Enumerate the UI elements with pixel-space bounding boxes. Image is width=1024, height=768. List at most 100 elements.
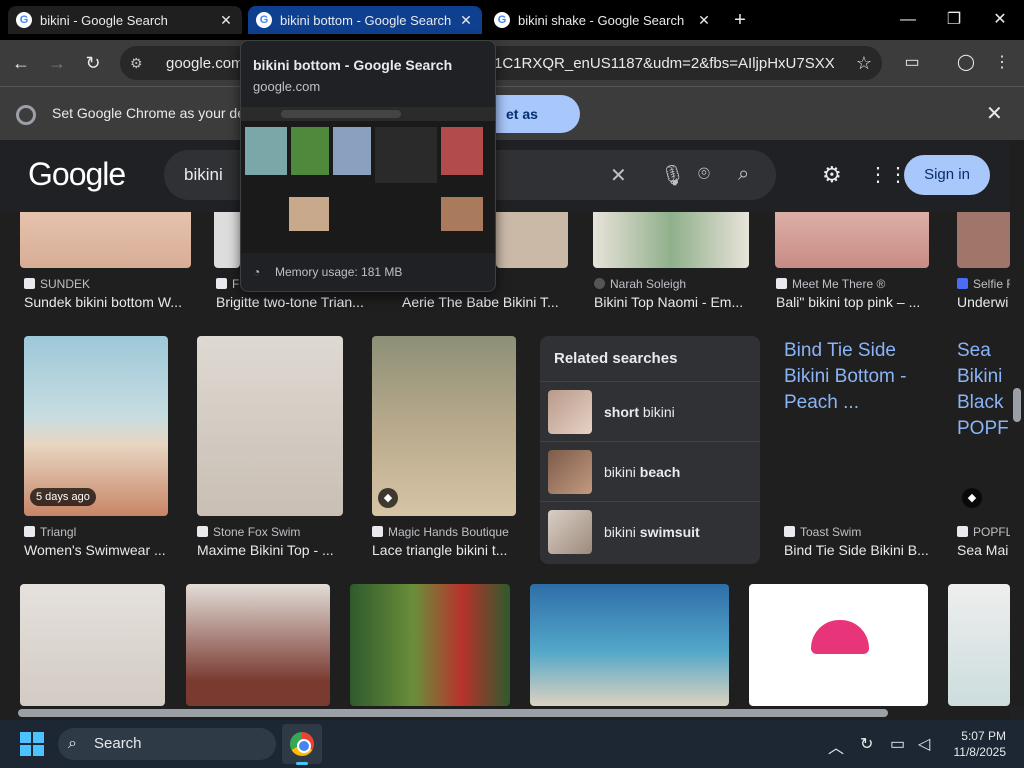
- page-content: Google bikini ✕ 🎙 ⌾ ⌕ ⚙ ⋮⋮ Sign in SUNDE…: [0, 140, 1010, 706]
- search-icon: ⌕: [68, 735, 77, 752]
- close-tab-icon[interactable]: ✕: [458, 12, 474, 29]
- result-source: POPFL: [957, 525, 1010, 539]
- image-result[interactable]: [948, 584, 1010, 706]
- menu-icon[interactable]: ⋮: [990, 52, 1014, 76]
- chevron-up-icon[interactable]: ︿: [828, 734, 844, 758]
- image-result[interactable]: [530, 584, 729, 706]
- reload-button[interactable]: ↻: [80, 50, 106, 76]
- scroll-thumb[interactable]: [1013, 388, 1021, 422]
- tab-preview-thumbnail: [241, 107, 495, 253]
- google-favicon: G: [256, 12, 272, 28]
- bookmark-star-icon[interactable]: ☆: [856, 53, 872, 74]
- mic-icon[interactable]: 🎙: [660, 163, 685, 188]
- result-source: F: [216, 277, 240, 291]
- hover-card-title: bikini bottom - Google Search: [253, 57, 453, 73]
- tab-title: bikini bottom - Google Search: [280, 12, 452, 28]
- related-item-bikini-swimsuit[interactable]: bikini swimsuit: [540, 502, 760, 562]
- related-label: bikini swimsuit: [604, 524, 700, 540]
- result-caption[interactable]: Bikini Top Naomi - Em...: [594, 294, 758, 310]
- broken-image-alt[interactable]: Sea Bikini Black POPF: [957, 338, 1010, 442]
- result-caption[interactable]: Bali" bikini top pink – ...: [776, 294, 940, 310]
- result-caption[interactable]: Brigitte two-tone Trian...: [216, 294, 388, 310]
- tab-title: bikini shake - Google Search: [518, 12, 685, 28]
- address-bar[interactable]: ⚙ google.com/s 1C1RXQR_enUS1187&udm=2&fb…: [120, 46, 882, 80]
- related-label: short bikini: [604, 403, 675, 420]
- hover-card-domain: google.com: [253, 79, 321, 94]
- result-source: Stone Fox Swim: [197, 525, 357, 539]
- volume-icon[interactable]: ◁: [918, 734, 930, 754]
- related-item-short-bikini[interactable]: short bikini: [540, 382, 760, 442]
- related-label: bikini beach: [604, 463, 681, 480]
- pink-bikini-shape: [811, 620, 869, 654]
- related-item-bikini-beach[interactable]: bikini beach: [540, 442, 760, 502]
- result-caption[interactable]: Sundek bikini bottom W...: [24, 294, 194, 310]
- image-result[interactable]: [197, 336, 343, 516]
- tab-bikini-bottom[interactable]: G bikini bottom - Google Search ✕: [248, 6, 482, 34]
- network-icon[interactable]: ▭: [890, 734, 905, 754]
- result-source: Meet Me There ®: [776, 277, 936, 291]
- taskbar-search[interactable]: ⌕ Search: [58, 728, 276, 760]
- result-caption[interactable]: Women's Swimwear ...: [24, 542, 174, 558]
- cast-icon[interactable]: ▭: [900, 52, 924, 76]
- result-caption[interactable]: Underwi: [957, 294, 1010, 310]
- lens-icon[interactable]: ⌾: [698, 163, 710, 186]
- taskbar-search-label: Search: [94, 735, 142, 752]
- image-result[interactable]: [350, 584, 510, 706]
- browser-toolbar: ← → ↻ ⚙ google.com/s 1C1RXQR_enUS1187&ud…: [0, 40, 1024, 86]
- chrome-icon: [16, 105, 36, 125]
- memory-usage: ◔ Memory usage: 181 MB: [253, 265, 403, 279]
- result-source: Narah Soleigh: [594, 277, 754, 291]
- tab-bikini[interactable]: G bikini - Google Search ✕: [8, 6, 242, 34]
- broken-image-alt[interactable]: Bind Tie Side Bikini Bottom - Peach ...: [784, 338, 934, 416]
- image-result[interactable]: [749, 584, 928, 706]
- system-clock[interactable]: 5:07 PM 11/8/2025: [946, 728, 1007, 760]
- tab-title: bikini - Google Search: [40, 12, 168, 28]
- maximize-button[interactable]: ❐: [934, 6, 974, 34]
- result-caption[interactable]: Maxime Bikini Top - ...: [197, 542, 357, 558]
- related-thumbnail: [548, 510, 592, 554]
- profile-icon[interactable]: ◯: [954, 52, 978, 76]
- vertical-scrollbar[interactable]: [1010, 140, 1024, 706]
- result-source: Toast Swim: [784, 525, 934, 539]
- close-infobar-icon[interactable]: ✕: [986, 101, 1003, 126]
- minimize-button[interactable]: —: [888, 6, 928, 34]
- forward-button[interactable]: →: [44, 50, 70, 76]
- scroll-thumb[interactable]: [18, 709, 888, 717]
- back-button[interactable]: ←: [8, 50, 34, 76]
- clear-icon[interactable]: ✕: [610, 163, 627, 188]
- result-caption[interactable]: Sea Mai: [957, 542, 1010, 558]
- gauge-icon: ◔: [253, 265, 261, 279]
- result-source: Magic Hands Boutique: [372, 525, 532, 539]
- result-source: Triangl: [24, 525, 174, 539]
- google-logo[interactable]: Google: [28, 156, 126, 193]
- result-source: Selfie F: [957, 277, 1010, 291]
- related-thumbnail: [548, 389, 592, 434]
- result-source: SUNDEK: [24, 277, 194, 291]
- settings-gear-icon[interactable]: ⚙: [822, 162, 842, 188]
- image-result[interactable]: ◆: [372, 336, 516, 516]
- product-tag-icon: ◆: [378, 488, 398, 508]
- apps-grid-icon[interactable]: ⋮⋮: [868, 162, 908, 187]
- age-badge: 5 days ago: [30, 488, 96, 506]
- image-result[interactable]: 5 days ago: [24, 336, 168, 516]
- clock-date: 11/8/2025: [953, 745, 1007, 759]
- search-icon[interactable]: ⌕: [738, 163, 749, 186]
- close-tab-icon[interactable]: ✕: [696, 12, 712, 29]
- tab-strip: G bikini - Google Search ✕ G bikini bott…: [0, 0, 1024, 40]
- close-tab-icon[interactable]: ✕: [218, 12, 234, 29]
- horizontal-scrollbar[interactable]: [0, 706, 1010, 720]
- default-browser-infobar: Set Google Chrome as your defa et as def…: [0, 86, 1024, 160]
- new-tab-button[interactable]: +: [720, 6, 760, 34]
- result-caption[interactable]: Lace triangle bikini t...: [372, 542, 532, 558]
- windows-start-icon[interactable]: [20, 732, 44, 756]
- close-window-button[interactable]: ✕: [980, 6, 1020, 34]
- update-icon[interactable]: ↻: [860, 734, 873, 754]
- result-caption[interactable]: Aerie The Babe Bikini T...: [402, 294, 574, 310]
- result-caption[interactable]: Bind Tie Side Bikini B...: [784, 542, 934, 558]
- image-result[interactable]: [20, 584, 165, 706]
- tab-bikini-shake[interactable]: G bikini shake - Google Search ✕: [486, 6, 720, 34]
- sign-in-button[interactable]: Sign in: [904, 155, 990, 195]
- image-result[interactable]: [186, 584, 330, 706]
- site-info-icon[interactable]: ⚙: [130, 55, 152, 72]
- chrome-taskbar-icon[interactable]: [282, 724, 322, 765]
